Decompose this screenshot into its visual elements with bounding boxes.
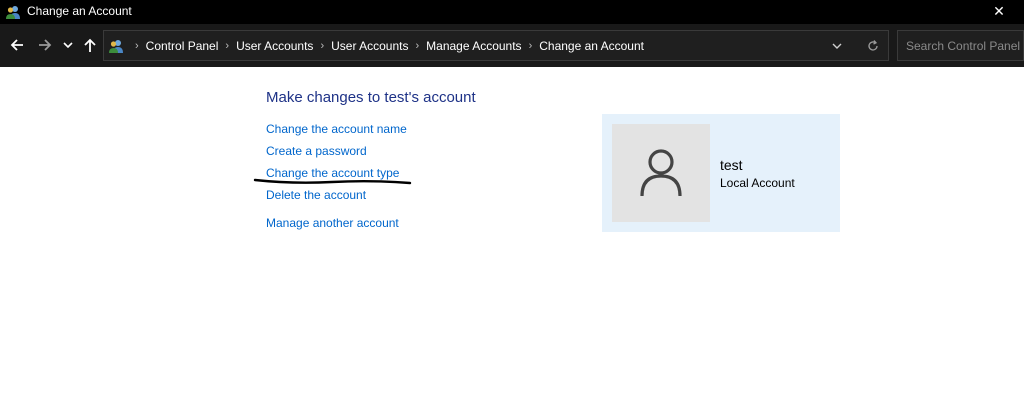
- refresh-icon[interactable]: [864, 37, 882, 55]
- chevron-down-icon[interactable]: [61, 34, 75, 56]
- manage-another-account-link[interactable]: Manage another account: [266, 216, 399, 231]
- up-arrow-icon[interactable]: [80, 34, 100, 56]
- breadcrumb-control-panel[interactable]: Control Panel: [146, 39, 219, 53]
- ink-underline-mark: [253, 178, 412, 185]
- change-account-name-link[interactable]: Change the account name: [266, 122, 407, 137]
- breadcrumb-separator[interactable]: ›: [415, 40, 419, 52]
- account-type: Local Account: [720, 176, 795, 190]
- title-bar: Change an Account ✕: [0, 0, 1024, 24]
- breadcrumb-user-accounts-2[interactable]: User Accounts: [331, 39, 408, 53]
- back-arrow-icon[interactable]: [7, 34, 27, 56]
- breadcrumb-change-an-account[interactable]: Change an Account: [539, 39, 644, 53]
- address-history-chevron-icon[interactable]: [828, 37, 846, 55]
- forward-arrow-icon[interactable]: [35, 34, 55, 56]
- close-button[interactable]: ✕: [984, 0, 1014, 24]
- search-box[interactable]: [897, 30, 1024, 61]
- users-icon: [5, 4, 21, 20]
- window-title: Change an Account: [27, 4, 132, 18]
- breadcrumb: › Control Panel › User Accounts › User A…: [128, 31, 644, 60]
- page-heading: Make changes to test's account: [266, 89, 476, 106]
- account-card[interactable]: test Local Account: [602, 114, 840, 232]
- navigation-bar: › Control Panel › User Accounts › User A…: [0, 24, 1024, 67]
- delete-account-link[interactable]: Delete the account: [266, 188, 366, 203]
- search-input[interactable]: [906, 31, 1024, 60]
- breadcrumb-separator[interactable]: ›: [225, 40, 229, 52]
- breadcrumb-separator[interactable]: ›: [320, 40, 324, 52]
- breadcrumb-separator: ›: [135, 39, 139, 52]
- breadcrumb-manage-accounts[interactable]: Manage Accounts: [426, 39, 521, 53]
- avatar: [612, 124, 710, 222]
- account-name: test: [720, 157, 743, 173]
- address-bar[interactable]: › Control Panel › User Accounts › User A…: [103, 30, 889, 61]
- breadcrumb-separator[interactable]: ›: [529, 40, 533, 52]
- create-password-link[interactable]: Create a password: [266, 144, 367, 159]
- breadcrumb-user-accounts[interactable]: User Accounts: [236, 39, 313, 53]
- users-icon: [108, 38, 124, 54]
- user-avatar-icon: [640, 149, 682, 197]
